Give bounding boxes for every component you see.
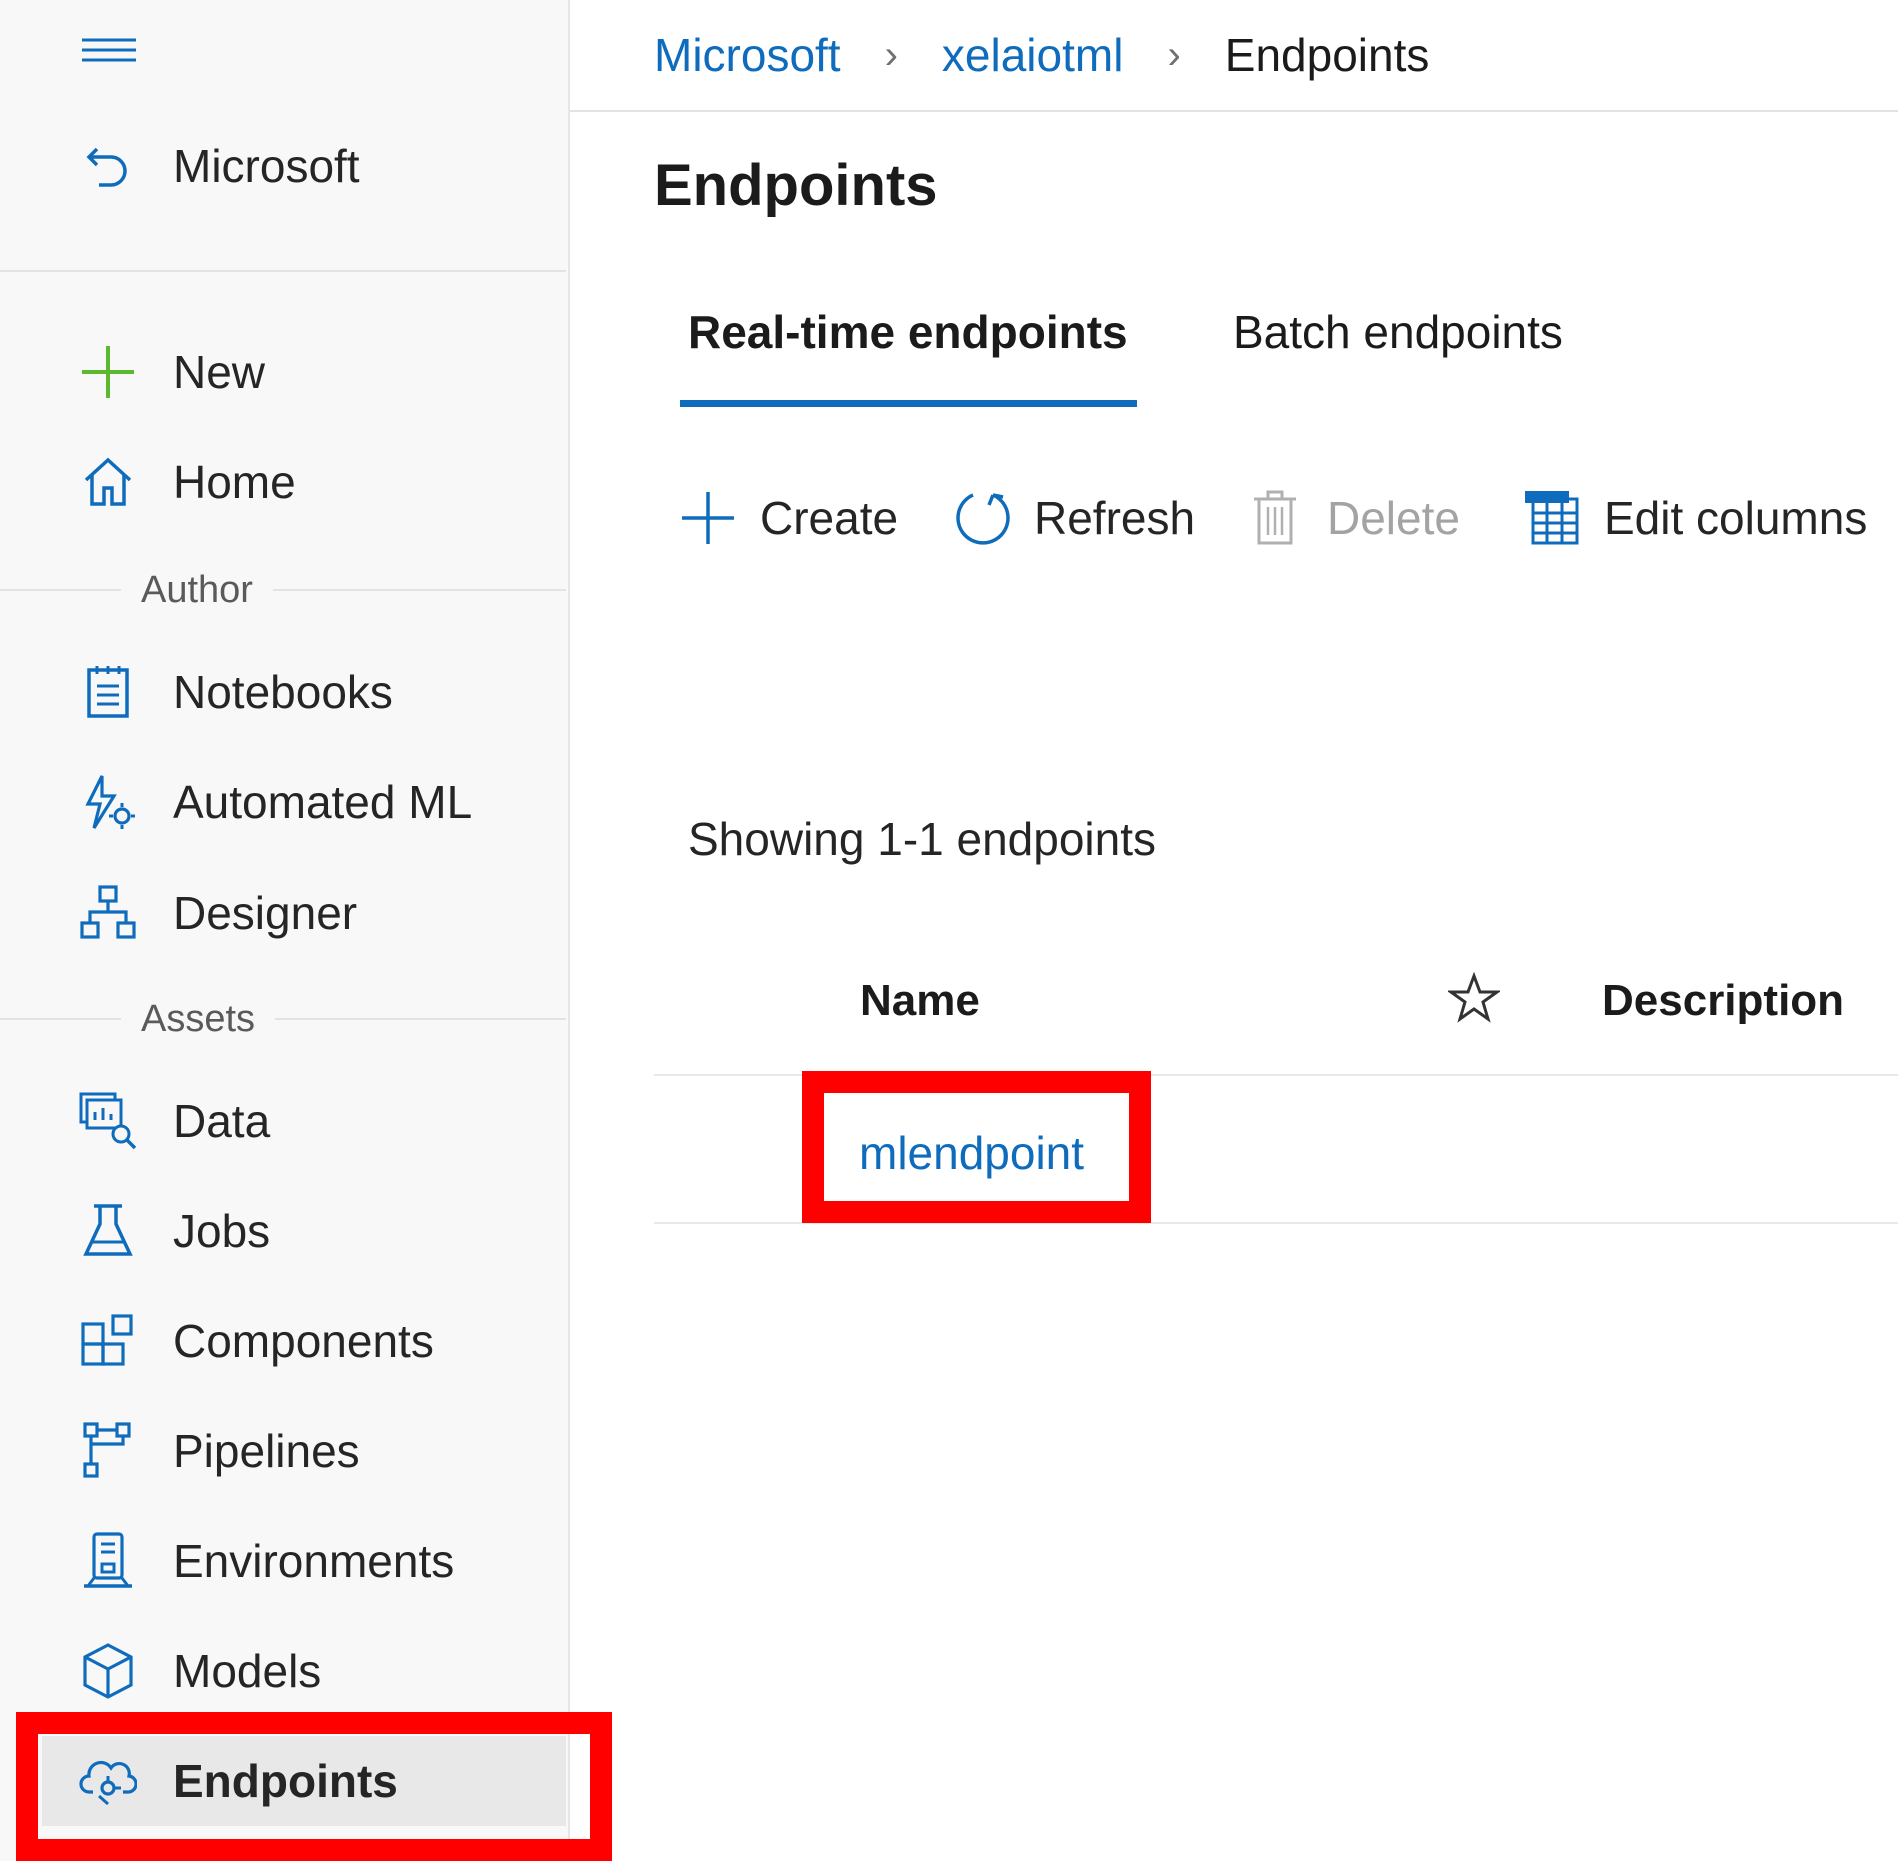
tab-real-time-endpoints[interactable]: Real-time endpoints <box>688 305 1128 359</box>
plus-icon <box>678 488 738 548</box>
pipelines-icon <box>78 1421 138 1481</box>
sidebar-item-home[interactable]: Home <box>0 437 566 527</box>
sidebar-item-label: Pipelines <box>173 1425 360 1477</box>
sidebar-item-label: Models <box>173 1645 322 1697</box>
breadcrumb: Microsoft › xelaiotml › Endpoints <box>654 22 1429 88</box>
section-header-assets: Assets <box>0 998 566 1041</box>
plus-icon <box>78 342 138 402</box>
environments-icon <box>78 1531 138 1591</box>
refresh-button[interactable]: Refresh <box>952 478 1195 558</box>
sidebar-item-label: Data <box>173 1095 271 1147</box>
breadcrumb-link-workspace[interactable]: xelaiotml <box>942 28 1124 82</box>
designer-icon <box>78 883 138 943</box>
endpoint-name-link[interactable]: mlendpoint <box>859 1126 1084 1180</box>
header-divider <box>570 110 1898 112</box>
sidebar-item-designer[interactable]: Designer <box>0 868 566 958</box>
sidebar-item-label: Components <box>173 1315 434 1367</box>
sidebar-item-components[interactable]: Components <box>0 1296 566 1386</box>
sidebar-item-label: Environments <box>173 1535 455 1587</box>
breadcrumb-link-microsoft[interactable]: Microsoft <box>654 28 841 82</box>
section-header-author: Author <box>0 569 566 612</box>
home-icon <box>78 452 138 512</box>
cube-icon <box>78 1641 138 1701</box>
cloud-endpoint-icon <box>78 1751 138 1811</box>
workspace-back-link[interactable]: Microsoft <box>0 121 566 211</box>
left-navigation: Microsoft New Home Author Notebooks Auto… <box>0 0 612 1861</box>
result-count: Showing 1-1 endpoints <box>688 813 1156 865</box>
sidebar-item-label: New <box>173 346 266 398</box>
sidebar-item-new[interactable]: New <box>0 327 566 417</box>
flask-icon <box>78 1201 138 1261</box>
data-icon <box>78 1091 138 1151</box>
column-header-name[interactable]: Name <box>860 976 980 1026</box>
sidebar-item-data[interactable]: Data <box>0 1076 566 1166</box>
notebook-icon <box>78 662 138 722</box>
active-tab-indicator <box>680 400 1137 407</box>
breadcrumb-current: Endpoints <box>1224 29 1430 81</box>
sidebar-item-jobs[interactable]: Jobs <box>0 1186 566 1276</box>
automated-ml-icon <box>78 772 138 832</box>
edit-columns-label: Edit columns <box>1604 492 1868 544</box>
sidebar-item-label: Jobs <box>173 1205 271 1257</box>
sidebar-item-endpoints[interactable]: Endpoints <box>42 1736 566 1826</box>
back-arrow-icon <box>78 136 138 196</box>
table-header-divider <box>654 1074 1898 1076</box>
tab-batch-endpoints[interactable]: Batch endpoints <box>1233 305 1563 359</box>
table-columns-icon <box>1522 488 1582 548</box>
section-label: Assets <box>121 998 276 1041</box>
table-row-divider <box>654 1222 1898 1224</box>
refresh-label: Refresh <box>1034 492 1196 544</box>
page-title: Endpoints <box>654 153 938 218</box>
chevron-right-icon: › <box>884 32 898 77</box>
hamburger-icon[interactable] <box>80 34 140 74</box>
components-icon <box>78 1311 138 1371</box>
create-button[interactable]: Create <box>678 478 898 558</box>
star-icon[interactable] <box>1446 971 1502 1024</box>
chevron-right-icon: › <box>1167 32 1181 77</box>
column-header-description[interactable]: Description <box>1602 976 1844 1026</box>
sidebar-item-label: Notebooks <box>173 666 393 718</box>
sidebar-item-pipelines[interactable]: Pipelines <box>0 1406 566 1496</box>
sidebar-divider <box>0 270 566 272</box>
section-label: Author <box>121 569 273 612</box>
delete-button[interactable]: Delete <box>1245 478 1460 558</box>
trash-icon <box>1245 488 1305 548</box>
workspace-label: Microsoft <box>173 140 360 192</box>
sidebar-item-environments[interactable]: Environments <box>0 1516 566 1606</box>
refresh-icon <box>952 488 1012 548</box>
sidebar-item-label: Home <box>173 456 296 508</box>
sidebar-item-notebooks[interactable]: Notebooks <box>0 647 566 737</box>
sidebar-item-models[interactable]: Models <box>0 1626 566 1716</box>
delete-label: Delete <box>1327 492 1460 544</box>
edit-columns-button[interactable]: Edit columns <box>1522 478 1867 558</box>
sidebar-item-label: Automated ML <box>173 776 473 828</box>
sidebar-item-automated-ml[interactable]: Automated ML <box>0 757 566 847</box>
sidebar-item-label: Designer <box>173 887 358 939</box>
sidebar-item-label: Endpoints <box>173 1755 398 1807</box>
create-label: Create <box>760 492 899 544</box>
